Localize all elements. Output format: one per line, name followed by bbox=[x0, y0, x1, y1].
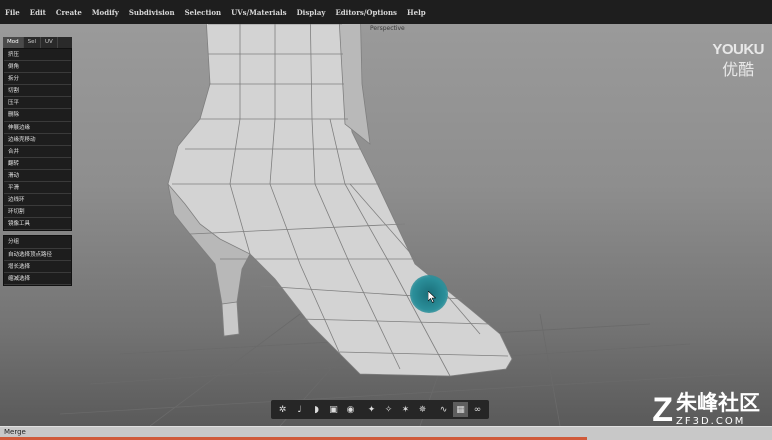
select-tool-button[interactable]: 分组 bbox=[4, 236, 71, 249]
modeling-tools: 挤压 倒角 拆分 切割 压平 删除 伸展边缘 边缘壳移动 合并 翻转 滑动 平滑 边线环 环切割 镜像工具 bbox=[3, 48, 72, 232]
tool-button[interactable]: 镜像工具 bbox=[4, 218, 71, 231]
select-tool-button[interactable]: 缩减选择 bbox=[4, 273, 71, 285]
select-tool-button[interactable]: 增长选择 bbox=[4, 261, 71, 273]
select-tool-button[interactable]: 自动选择顶点路径 bbox=[4, 249, 71, 261]
tool-button[interactable]: 合并 bbox=[4, 146, 71, 158]
vertex-icon[interactable]: ✦ bbox=[364, 402, 379, 417]
object-icon[interactable]: ✵ bbox=[415, 402, 430, 417]
tool-panel: Mod Sel UV 挤压 倒角 拆分 切割 压平 删除 伸展边缘 边缘壳移动 合并 翻转 滑动 平滑 边线… bbox=[3, 37, 72, 286]
tool-button[interactable]: 环切割 bbox=[4, 206, 71, 219]
panel-tabs: Mod Sel UV bbox=[3, 37, 72, 48]
cursor-icon bbox=[428, 291, 436, 303]
tool-button[interactable]: 挤压 bbox=[4, 49, 71, 62]
tool-button[interactable]: 平滑 bbox=[4, 182, 71, 195]
zf3d-logo: Z 朱峰社区 ZF3D.COM bbox=[652, 391, 760, 427]
viewport[interactable]: Perspective Mod Sel UV 挤压 倒角 拆分 切割 压平 删除 伸展边缘 边缘壳… bbox=[0, 24, 772, 426]
link-icon[interactable]: ∞ bbox=[470, 402, 485, 417]
grid-icon[interactable]: ▦ bbox=[453, 402, 468, 417]
tool-c-icon[interactable]: ◗ bbox=[309, 402, 324, 417]
menu-create[interactable]: Create bbox=[56, 8, 82, 17]
menu-editors-options[interactable]: Editors/Options bbox=[335, 8, 397, 17]
menu-file[interactable]: File bbox=[5, 8, 20, 17]
tool-button[interactable]: 压平 bbox=[4, 97, 71, 110]
tab-mod[interactable]: Mod bbox=[3, 37, 24, 48]
menu-bar: File Edit Create Modify Subdivision Selection… bbox=[0, 0, 772, 24]
tool-a-icon[interactable]: ✲ bbox=[275, 402, 290, 417]
selection-tools: 分组 自动选择顶点路径 增长选择 缩减选择 bbox=[3, 235, 72, 286]
tool-b-icon[interactable]: ♩ bbox=[292, 402, 307, 417]
youku-watermark: YOUKU 优酷 bbox=[712, 41, 764, 80]
bottom-toolbar: ✲ ♩ ◗ ▣ ◉ ✦ ✧ ✶ ✵ ∿ ▦ ∞ bbox=[271, 400, 489, 419]
tool-button[interactable]: 拆分 bbox=[4, 73, 71, 86]
logo-mark-icon: Z bbox=[652, 391, 673, 426]
status-bar: Merge bbox=[0, 426, 772, 440]
menu-modify[interactable]: Modify bbox=[92, 8, 119, 17]
tool-button[interactable]: 滑动 bbox=[4, 170, 71, 183]
cube-icon[interactable]: ▣ bbox=[326, 402, 341, 417]
menu-help[interactable]: Help bbox=[407, 8, 426, 17]
tab-sel[interactable]: Sel bbox=[24, 37, 42, 48]
tool-button[interactable]: 翻转 bbox=[4, 158, 71, 170]
scene-svg bbox=[59, 24, 741, 426]
menu-uvs-materials[interactable]: UVs/Materials bbox=[231, 8, 287, 17]
tool-button[interactable]: 删除 bbox=[4, 109, 71, 122]
menu-edit[interactable]: Edit bbox=[30, 8, 46, 17]
curve-icon[interactable]: ∿ bbox=[436, 402, 451, 417]
tool-button[interactable]: 伸展边缘 bbox=[4, 122, 71, 134]
viewport-label: Perspective bbox=[370, 25, 405, 32]
sphere-icon[interactable]: ◉ bbox=[343, 402, 358, 417]
tool-button[interactable]: 切割 bbox=[4, 85, 71, 98]
menu-subdivision[interactable]: Subdivision bbox=[129, 8, 175, 17]
logo-url: ZF3D.COM bbox=[676, 416, 746, 426]
tool-button[interactable]: 倒角 bbox=[4, 61, 71, 74]
tab-uv[interactable]: UV bbox=[41, 37, 58, 48]
menu-display[interactable]: Display bbox=[297, 8, 326, 17]
face-icon[interactable]: ✶ bbox=[398, 402, 413, 417]
boot-model bbox=[167, 24, 513, 377]
status-text: Merge bbox=[4, 428, 26, 436]
menu-selection[interactable]: Selection bbox=[185, 8, 222, 17]
tool-button[interactable]: 边线环 bbox=[4, 194, 71, 207]
logo-cn: 朱峰社区 bbox=[676, 391, 760, 415]
edge-icon[interactable]: ✧ bbox=[381, 402, 396, 417]
tool-button[interactable]: 边缘壳移动 bbox=[4, 134, 71, 146]
watermark-cn: 优酷 bbox=[722, 60, 755, 79]
